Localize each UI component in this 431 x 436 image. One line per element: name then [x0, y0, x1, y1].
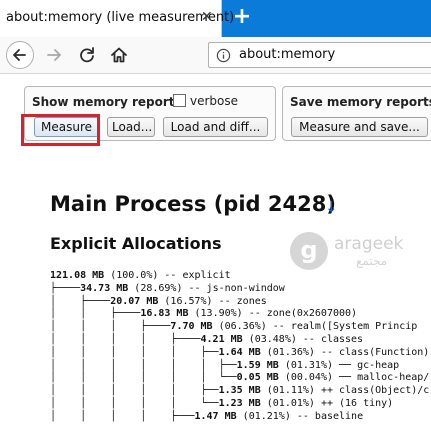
tree-label: (01.31%) ── gc-heap: [278, 359, 400, 371]
tree-label: (01.36%) -- class(Function): [260, 346, 430, 358]
tree-value: 0.05 MB: [236, 372, 279, 384]
tree-label: (01.01%) ++ (16 tiny): [260, 398, 394, 409]
tree-row[interactable]: │ │ │ │ ├───1.47 MB (01.21%) -- baseline: [50, 411, 363, 424]
load-button[interactable]: Load...: [107, 117, 155, 137]
tree-value: 1.35 MB: [218, 385, 261, 397]
process-title: Main Process (pid 2428): [50, 192, 336, 216]
tree-branch: │ │ │ │ │ │ ├──: [50, 359, 237, 371]
reload-button[interactable]: [73, 41, 101, 69]
tree-label: (06.36%) -- realm([System Princip: [212, 321, 418, 333]
tree-row[interactable]: │ │ │ ├────7.70 MB (06.36%) -- realm([Sy…: [50, 321, 417, 334]
tree-value: 1.23 MB: [218, 398, 261, 409]
tree-branch: │ │ │ │ ├───: [50, 410, 195, 422]
tree-row[interactable]: │ │ │ │ ├────4.21 MB (03.48%) -- classes: [50, 334, 363, 347]
tree-label: (01.11%) ++ class(Object)/c: [260, 385, 430, 397]
reload-icon: [80, 47, 94, 63]
url-text: about:memory: [239, 47, 336, 62]
page-content: Show memory reports verbose Measure Load…: [0, 74, 431, 436]
tree-branch: │ ├────: [50, 295, 111, 307]
tree-branch: │ │ │ │ │ ├──: [50, 346, 219, 358]
show-reports-title: Show memory reports: [32, 95, 182, 109]
tree-value: 121.08 MB: [50, 270, 105, 281]
tree-label: (16.57%) -- zones: [158, 295, 267, 307]
tree-branch: │ │ │ ├────: [50, 321, 171, 333]
tree-row[interactable]: │ │ │ │ │ │ ├──1.59 MB (01.31%) ── gc-he…: [50, 360, 399, 373]
home-icon: [111, 47, 127, 63]
save-memory-reports-box: Save memory reports Measure and save...: [282, 86, 431, 141]
watermark-text: arageek: [334, 234, 404, 254]
home-button[interactable]: [105, 41, 133, 69]
tree-label: (03.48%) -- classes: [242, 334, 364, 345]
tab-about-memory[interactable]: about:memory (live measurement) ✕: [0, 0, 234, 37]
close-icon[interactable]: ✕: [201, 9, 213, 25]
watermark-subtext: مجتمع: [356, 254, 388, 268]
tree-branch: ├────: [50, 282, 81, 294]
measure-and-save-button[interactable]: Measure and save...: [291, 117, 428, 137]
tab-title: about:memory (live measurement): [6, 10, 235, 25]
process-jump-link[interactable]: ↓: [325, 198, 338, 216]
watermark: g arageek مجتمع: [290, 220, 430, 280]
tree-row[interactable]: 121.08 MB (100.0%) -- explicit: [50, 270, 231, 283]
info-icon[interactable]: [216, 48, 231, 63]
watermark-logo-icon: g: [290, 232, 328, 270]
back-arrow-icon: [13, 49, 26, 61]
back-button[interactable]: [6, 41, 34, 69]
navigation-bar: about:memory: [0, 37, 431, 74]
tree-row[interactable]: │ │ │ │ │ ├──1.64 MB (01.36%) -- class(F…: [50, 347, 429, 360]
tree-row[interactable]: │ │ │ │ │ │ └──0.05 MB (00.04%) ── mallo…: [50, 372, 429, 385]
save-reports-title: Save memory reports: [290, 95, 431, 109]
tree-label: (13.90%) -- zone(0x2607000): [188, 308, 358, 320]
tree-value: 7.70 MB: [170, 321, 213, 333]
tab-strip: about:memory (live measurement) ✕ +: [0, 0, 431, 37]
tree-value: 1.64 MB: [218, 346, 261, 358]
verbose-option[interactable]: verbose: [173, 94, 238, 108]
tree-branch: │ │ │ │ │ ├──: [50, 385, 219, 397]
tree-label: (00.04%) ── malloc-heap/: [278, 372, 430, 384]
tree-label: (01.21%) -- baseline: [236, 410, 364, 422]
tree-value: 16.83 MB: [140, 308, 189, 320]
tree-value: 4.21 MB: [200, 334, 243, 345]
tree-value: 20.07 MB: [110, 295, 159, 307]
tree-row[interactable]: │ │ │ │ │ ├──1.35 MB (01.11%) ++ class(O…: [50, 385, 429, 398]
verbose-label: verbose: [190, 94, 239, 108]
tree-row[interactable]: │ ├────20.07 MB (16.57%) -- zones: [50, 296, 267, 309]
url-bar[interactable]: about:memory: [208, 42, 431, 68]
tree-label: (100.0%) -- explicit: [104, 270, 231, 281]
load-and-diff-button[interactable]: Load and diff...: [163, 117, 268, 137]
tree-value: 1.47 MB: [194, 410, 237, 422]
forward-button[interactable]: [40, 41, 68, 69]
forward-arrow-icon: [47, 49, 61, 61]
tree-row[interactable]: │ │ ├────16.83 MB (13.90%) -- zone(0x260…: [50, 308, 357, 321]
tree-row[interactable]: │ │ │ │ │ └──1.23 MB (01.01%) ++ (16 tin…: [50, 398, 393, 411]
tree-branch: │ │ │ │ │ │ └──: [50, 372, 237, 384]
new-tab-button[interactable]: +: [228, 4, 256, 32]
highlight-box: [21, 114, 100, 146]
tree-value: 34.73 MB: [80, 282, 129, 294]
tree-branch: │ │ │ │ │ └──: [50, 398, 219, 409]
tree-branch: │ │ ├────: [50, 308, 141, 320]
tree-row[interactable]: ├────34.73 MB (28.69%) -- js-non-window: [50, 283, 285, 296]
tree-branch: │ │ │ │ ├────: [50, 334, 201, 345]
tree-value: 1.59 MB: [236, 359, 279, 371]
verbose-checkbox[interactable]: [173, 94, 186, 107]
tree-label: (28.69%) -- js-non-window: [128, 282, 285, 294]
section-title: Explicit Allocations: [50, 234, 222, 253]
